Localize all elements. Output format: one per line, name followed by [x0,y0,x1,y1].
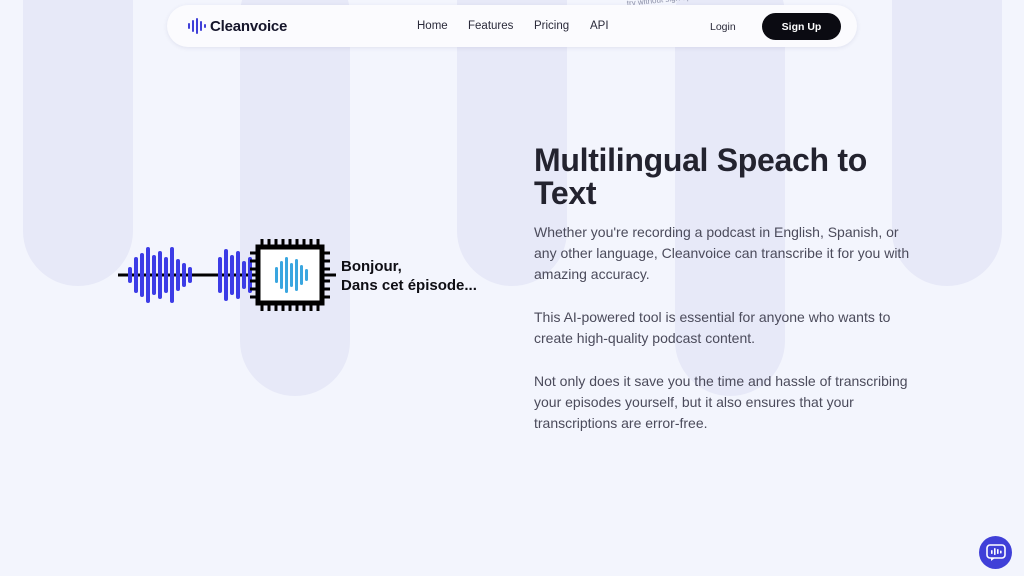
section-title: Multilingual Speach to Text [534,142,867,211]
bg-pill-2 [240,0,350,396]
nav-link-features[interactable]: Features [468,20,513,32]
nav-link-pricing[interactable]: Pricing [534,20,569,32]
chip-icon [250,239,330,311]
nav-link-api[interactable]: API [590,20,609,32]
chat-widget-icon [985,543,1006,561]
brand-name: Cleanvoice [210,17,288,35]
chat-widget-button[interactable] [979,536,1012,569]
cleanvoice-logo-icon [188,18,206,34]
caption-line-1: Bonjour, [341,258,402,275]
transcript-caption: Bonjour, Dans cet épisode... [341,257,477,295]
speech-to-text-illustration [118,239,336,311]
nav-link-home[interactable]: Home [417,20,448,32]
login-link[interactable]: Login [710,21,736,33]
paragraph-3: Not only does it save you the time and h… [534,373,908,431]
caption-line-2: Dans cet épisode... [341,277,477,294]
bg-pill-1 [23,0,133,286]
paragraph-1: Whether you're recording a podcast in En… [534,224,910,282]
brand-logo[interactable]: Cleanvoice [187,17,287,35]
navbar: Cleanvoice Home Features Pricing API Log… [167,5,857,47]
paragraph-2: This AI-powered tool is essential for an… [534,309,891,346]
signup-button[interactable]: Sign Up [762,13,841,40]
